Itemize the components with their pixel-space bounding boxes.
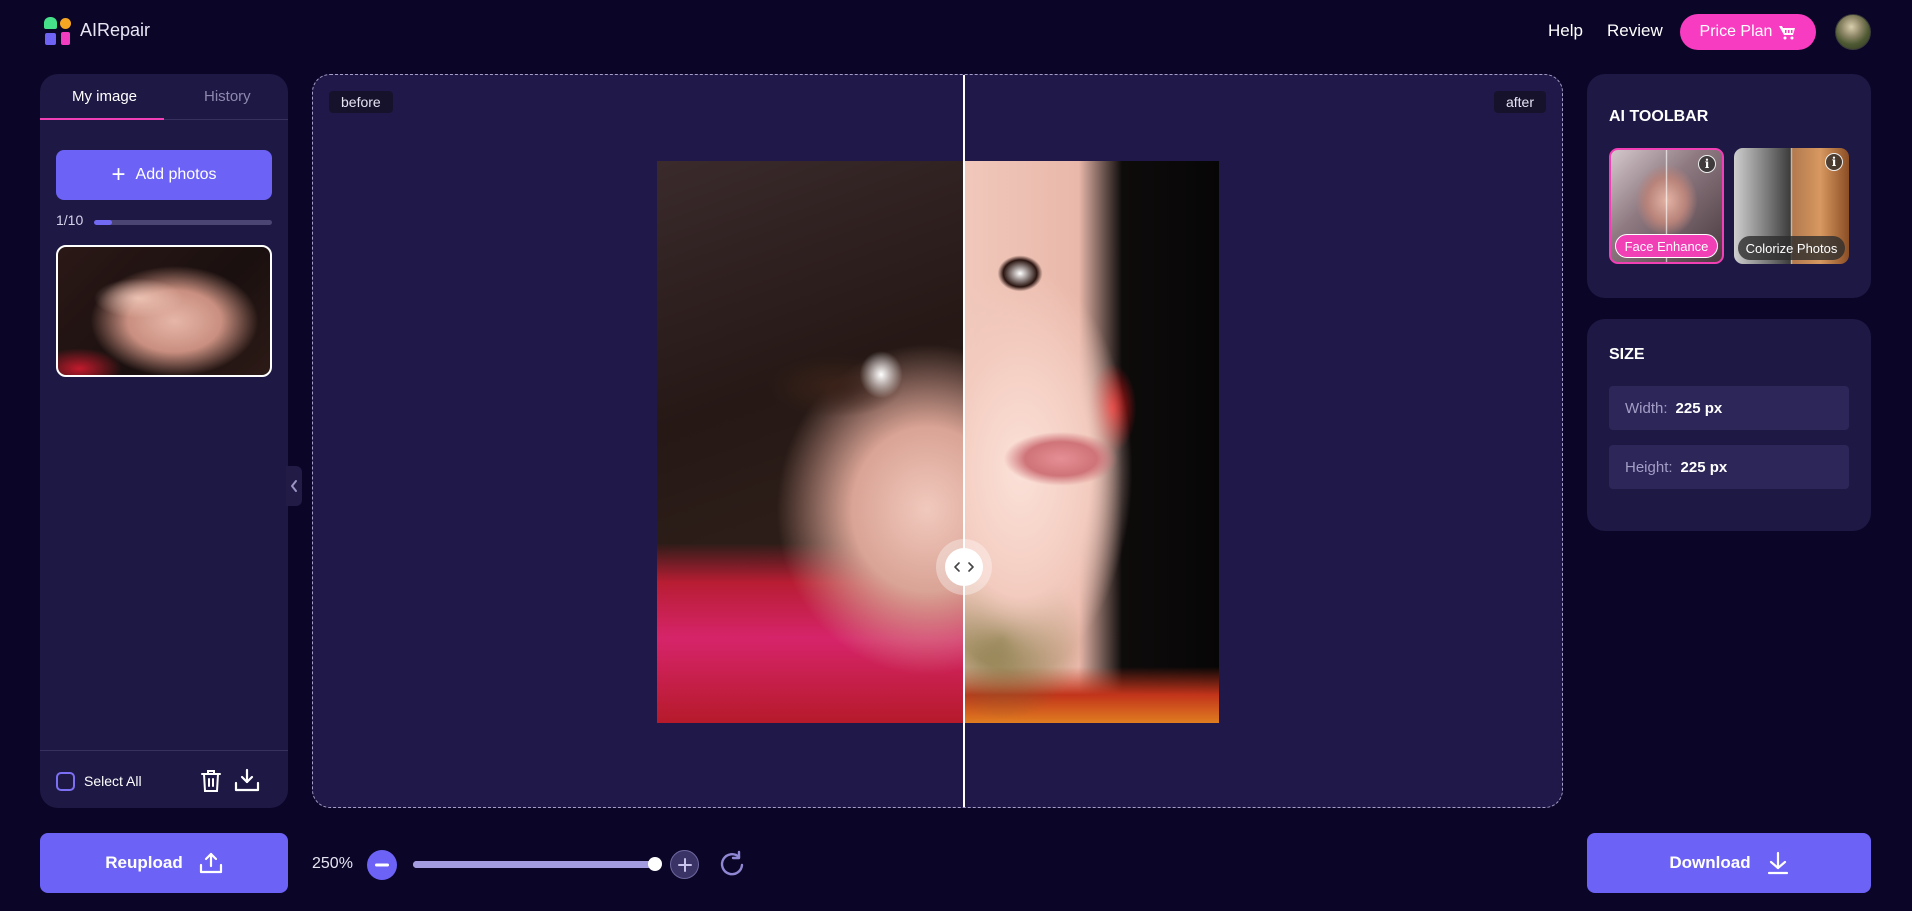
collapse-panel-button[interactable] xyxy=(286,466,302,506)
after-label: after xyxy=(1493,91,1546,113)
before-image xyxy=(657,161,964,723)
zoom-slider-thumb[interactable] xyxy=(648,857,662,871)
width-label: Width: xyxy=(1625,399,1668,417)
reupload-button[interactable]: Reupload xyxy=(40,833,288,893)
chevron-left-icon xyxy=(291,480,297,492)
tab-history[interactable]: History xyxy=(204,88,251,105)
height-label: Height: xyxy=(1625,458,1673,476)
select-all-label[interactable]: Select All xyxy=(84,773,142,789)
zoom-slider[interactable] xyxy=(413,861,656,868)
info-icon[interactable]: i xyxy=(1698,155,1716,173)
before-label: before xyxy=(329,91,393,113)
size-panel: SIZE Width: 225 px Height: 225 px xyxy=(1587,319,1871,531)
add-photos-label: Add photos xyxy=(135,166,217,183)
logo-circle xyxy=(60,18,71,29)
height-value: 225 px xyxy=(1680,458,1728,476)
upload-icon xyxy=(199,852,222,874)
ai-toolbar-title: AI TOOLBAR xyxy=(1609,108,1709,125)
zoom-in-button[interactable] xyxy=(670,850,699,879)
download-icon[interactable] xyxy=(234,768,260,793)
ai-toolbar-panel: AI TOOLBAR i Face Enhance i Colorize Pho… xyxy=(1587,74,1871,298)
height-field: Height: 225 px xyxy=(1609,445,1849,489)
cart-icon xyxy=(1779,26,1796,40)
price-plan-button[interactable]: Price Plan xyxy=(1680,14,1816,50)
logo-icon[interactable] xyxy=(44,17,72,45)
width-field: Width: 225 px xyxy=(1609,386,1849,430)
tool-face-enhance-label: Face Enhance xyxy=(1615,234,1718,258)
image-list-panel: My image History + Add photos 1/10 Selec… xyxy=(40,74,288,808)
zoom-slider-fill xyxy=(413,861,656,868)
photo-count-fill xyxy=(94,220,112,225)
tab-my-image[interactable]: My image xyxy=(72,88,137,105)
plus-icon: + xyxy=(111,161,126,188)
trash-icon[interactable] xyxy=(200,769,222,793)
plus-icon xyxy=(677,857,692,872)
panel-tabs: My image History xyxy=(40,74,288,120)
active-tab-indicator xyxy=(40,118,164,120)
panel-footer: Select All xyxy=(40,750,288,808)
select-all-checkbox[interactable] xyxy=(56,772,75,791)
header: AIRepair Help Review Price Plan xyxy=(0,0,1912,62)
user-avatar[interactable] xyxy=(1835,14,1871,50)
after-image xyxy=(964,161,1219,723)
logo-triangle xyxy=(44,17,57,29)
add-photos-button[interactable]: + Add photos xyxy=(56,150,272,200)
info-icon[interactable]: i xyxy=(1825,153,1843,171)
tool-colorize-photos-label: Colorize Photos xyxy=(1738,236,1845,260)
photo-count-bar xyxy=(94,220,272,225)
compare-divider[interactable] xyxy=(963,75,965,807)
rotate-icon[interactable] xyxy=(717,850,747,880)
logo-square xyxy=(45,33,56,45)
photo-count: 1/10 xyxy=(56,212,84,228)
tool-face-enhance[interactable]: i Face Enhance xyxy=(1609,148,1724,264)
size-title: SIZE xyxy=(1609,346,1645,363)
nav-review-link[interactable]: Review xyxy=(1607,21,1663,41)
tool-colorize-photos[interactable]: i Colorize Photos xyxy=(1734,148,1849,264)
app-name[interactable]: AIRepair xyxy=(80,20,150,41)
zoom-level: 250% xyxy=(312,855,353,872)
image-thumbnail[interactable] xyxy=(56,245,272,377)
compare-slider-handle[interactable] xyxy=(936,539,992,595)
minus-icon xyxy=(375,863,389,867)
before-after-compare: before after xyxy=(312,74,1563,808)
reupload-label: Reupload xyxy=(105,853,183,872)
chevron-left-right-icon xyxy=(945,548,983,586)
download-label: Download xyxy=(1669,853,1751,872)
logo-bar xyxy=(61,32,70,45)
width-value: 225 px xyxy=(1675,399,1723,417)
nav-help-link[interactable]: Help xyxy=(1548,21,1583,41)
price-plan-label: Price Plan xyxy=(1699,23,1773,40)
download-icon xyxy=(1767,851,1788,875)
zoom-out-button[interactable] xyxy=(367,850,397,880)
download-button[interactable]: Download xyxy=(1587,833,1871,893)
